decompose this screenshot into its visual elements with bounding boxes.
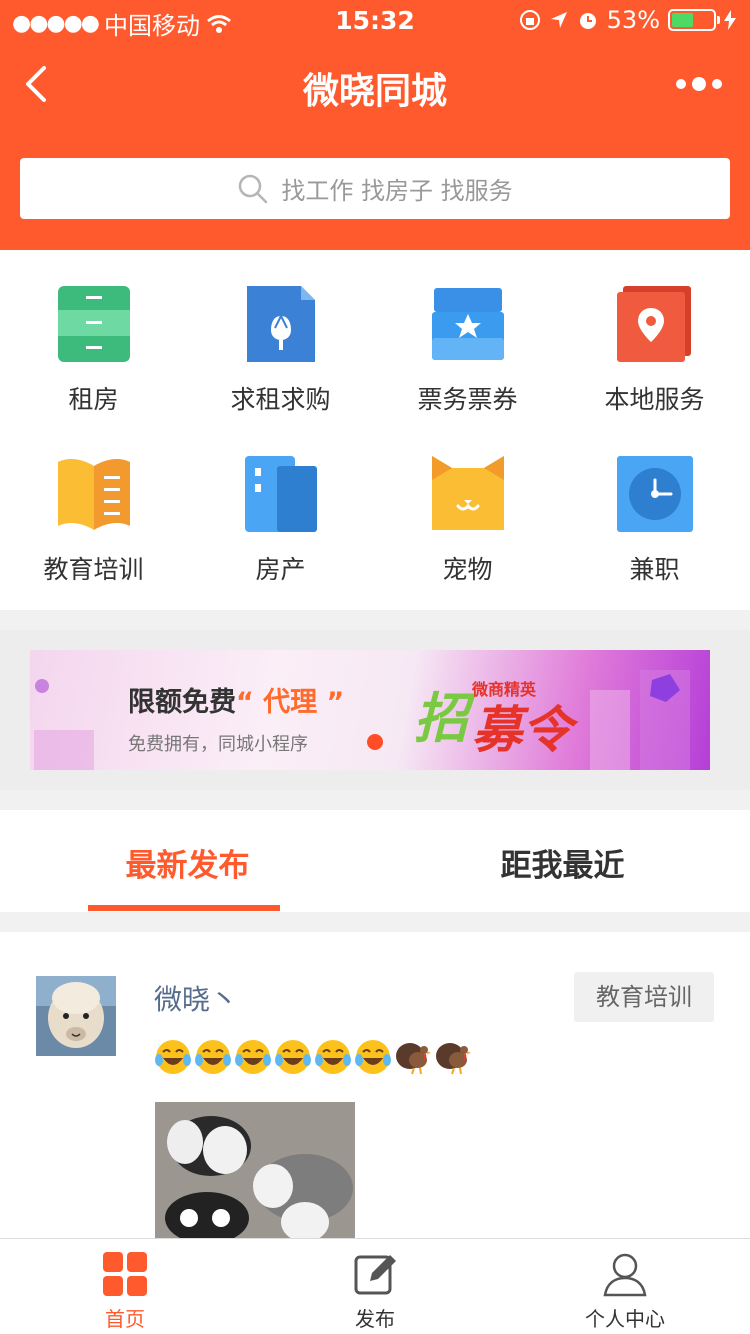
category-tickets[interactable]: 票务票券 [374,286,561,416]
category-local-services[interactable]: 本地服务 [561,286,748,416]
page-title: 微晓同城 [302,71,447,112]
open-book-icon [57,459,130,530]
more-options-icon[interactable] [674,74,724,94]
bottom-tab-bar: 首页 发布 个人中心 [0,1238,750,1334]
turkey-emoji-icon [436,1043,471,1075]
battery-percent: 53% [606,6,660,34]
post-card[interactable]: 微晓丶 教育培训 [0,932,750,1238]
document-flower-icon [246,286,315,362]
edit-icon [354,1255,396,1295]
category-want[interactable]: 求租求购 [187,286,374,416]
active-tab-indicator [88,905,280,911]
header: ●●●●● 中国移动 15:32 53% 微晓同城 找工作 找房子 找服务 [0,0,750,250]
bottom-tab-publish[interactable]: 发布 [250,1251,500,1332]
bottom-tab-label: 个人中心 [585,1307,665,1331]
cat-face-icon [431,456,504,530]
laughing-tears-emoji-icon [355,1040,391,1074]
bottom-tab-label: 发布 [355,1307,395,1331]
navbar: 微晓同城 [0,44,750,124]
art-text-big-2: 募令 [472,701,579,755]
category-label: 教育培训 [43,555,144,584]
laughing-tears-emoji-icon [315,1040,351,1074]
search-placeholder: 找工作 找房子 找服务 [281,177,513,205]
clock-icon [616,456,693,532]
category-real-estate[interactable]: 房产 [187,456,374,586]
category-label: 本地服务 [604,385,705,414]
promo-banner[interactable]: 限额免费“ 代理 ” 免费拥有，同城小程序 招 微商精英 募令 [30,650,710,770]
location-arrow-icon [550,12,567,28]
search-icon [239,174,268,203]
category-label: 兼职 [629,555,680,584]
banner-section: 限额免费“ 代理 ” 免费拥有，同城小程序 招 微商精英 募令 [0,630,750,790]
banner-title-prefix: 限额免费 [128,687,236,718]
category-label: 宠物 [442,555,493,584]
drawer-cabinet-icon [57,286,130,362]
category-grid: 租房 求租求购 票务票券 本地服务 教育培训 房产 宠物 兼职 [0,250,750,610]
laughing-tears-emoji-icon [275,1040,311,1074]
category-education[interactable]: 教育培训 [0,456,187,586]
tab-latest[interactable]: 最新发布 [0,840,375,885]
post-content [154,1038,472,1076]
building-icon [244,456,317,532]
bottom-tab-home[interactable]: 首页 [0,1251,250,1332]
art-text-small: 微商精英 [471,680,537,699]
bottom-tab-profile[interactable]: 个人中心 [500,1251,750,1332]
category-label: 房产 [255,555,306,584]
location-pin-icon [616,286,691,362]
recruitment-graphic: 招 微商精英 募令 [414,680,579,755]
art-text-big-1: 招 [414,687,476,750]
post-author[interactable]: 微晓丶 [154,978,238,1018]
category-rent[interactable]: 租房 [0,286,187,416]
status-bar: ●●●●● 中国移动 15:32 53% [0,0,750,40]
avatar[interactable] [36,976,116,1056]
category-label: 租房 [68,385,119,414]
banner-title-highlight: “ 代理 ” [236,687,345,718]
turkey-emoji-icon [396,1043,431,1075]
home-grid-icon [103,1252,147,1296]
battery-icon [668,9,720,31]
feed-tabs: 最新发布 距我最近 [0,810,750,912]
post-image[interactable] [155,1102,355,1238]
laughing-tears-emoji-icon [235,1040,271,1074]
battery-fill [672,13,693,27]
category-label: 票务票券 [417,385,518,414]
banner-title: 限额免费“ 代理 ” [128,680,344,719]
banner-subtitle: 免费拥有，同城小程序 [128,734,308,755]
category-pets[interactable]: 宠物 [374,456,561,586]
laughing-tears-emoji-icon [195,1040,231,1074]
rotation-lock-icon [519,10,540,30]
laughing-tears-emoji-icon [155,1040,191,1074]
bottom-tab-label: 首页 [105,1307,145,1331]
category-tag[interactable]: 教育培训 [574,972,714,1022]
user-icon [603,1253,647,1297]
alarm-icon [579,13,596,29]
carousel-indicator-dot[interactable] [367,734,383,750]
category-part-time[interactable]: 兼职 [561,456,748,586]
category-label: 求租求购 [230,385,331,414]
search-input[interactable]: 找工作 找房子 找服务 [20,158,730,219]
tab-nearby[interactable]: 距我最近 [375,840,750,885]
ticket-box-icon [431,288,504,360]
charging-bolt-icon [724,10,736,30]
